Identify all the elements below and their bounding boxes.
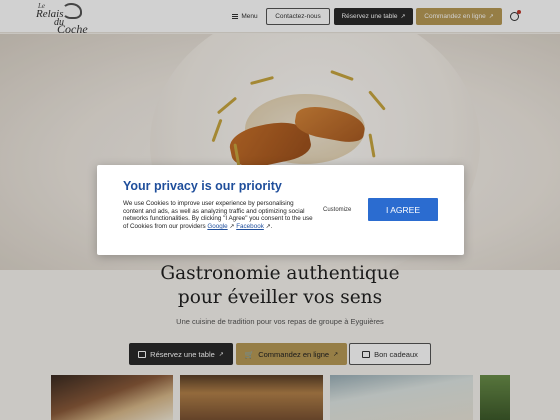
site-header: Le Relais du Coche Menu Contactez-nous R… (0, 0, 560, 36)
external-link-icon: ↗ (265, 224, 271, 231)
external-link-icon: ↗ (218, 351, 224, 358)
header-order-button[interactable]: Commandez en ligne ↗ (416, 8, 502, 25)
gallery-image[interactable] (180, 375, 323, 420)
privacy-title: Your privacy is our priority (123, 179, 282, 193)
order-online-label: Commandez en ligne (258, 349, 330, 359)
user-icon (509, 10, 521, 21)
agree-button[interactable]: I AGREE (368, 198, 438, 221)
facebook-link[interactable]: Facebook (236, 223, 264, 230)
logo-swirl-icon (62, 3, 82, 19)
external-link-icon: ↗ (488, 14, 494, 20)
external-link-icon: ↗ (333, 351, 339, 358)
external-link-icon: ↗ (400, 14, 406, 20)
external-link-icon: ↗ (229, 224, 235, 231)
cart-icon: 🛒 (244, 349, 255, 359)
privacy-dialog: Your privacy is our priority We use Cook… (97, 165, 464, 255)
gallery-image[interactable] (480, 375, 510, 420)
header-reserve-label: Réservez une table (341, 13, 398, 20)
account-button[interactable] (505, 8, 523, 25)
notification-dot (516, 10, 521, 14)
site-logo[interactable]: Le Relais du Coche (34, 2, 88, 36)
header-reserve-button[interactable]: Réservez une table ↗ (334, 8, 413, 25)
page-title-line1: Gastronomie authentique (160, 263, 400, 284)
customize-button[interactable]: Customize (323, 207, 351, 213)
gift-voucher-button[interactable]: Bon cadeaux (349, 343, 431, 365)
menu-button[interactable]: Menu (229, 8, 261, 25)
page-subtitle: Une cuisine de tradition pour vos repas … (176, 317, 384, 326)
contact-label: Contactez-nous (275, 13, 321, 20)
gallery-image[interactable] (51, 375, 173, 420)
menu-label: Menu (241, 13, 258, 20)
reserve-table-button[interactable]: Réservez une table ↗ (129, 343, 233, 365)
gift-icon (362, 350, 371, 358)
page-title-line2: pour éveiller vos sens (177, 287, 383, 308)
menu-icon (232, 14, 239, 19)
google-link[interactable]: Google (207, 223, 227, 230)
reserve-table-label: Réservez une table (150, 349, 215, 359)
gallery-image[interactable] (330, 375, 473, 420)
header-order-label: Commandez en ligne (424, 13, 486, 20)
calendar-icon (138, 350, 147, 358)
privacy-text: We use Cookies to improve user experienc… (123, 200, 313, 231)
order-online-button[interactable]: 🛒 Commandez en ligne ↗ (236, 343, 347, 365)
contact-button[interactable]: Contactez-nous (266, 8, 330, 25)
gift-voucher-label: Bon cadeaux (374, 349, 418, 359)
